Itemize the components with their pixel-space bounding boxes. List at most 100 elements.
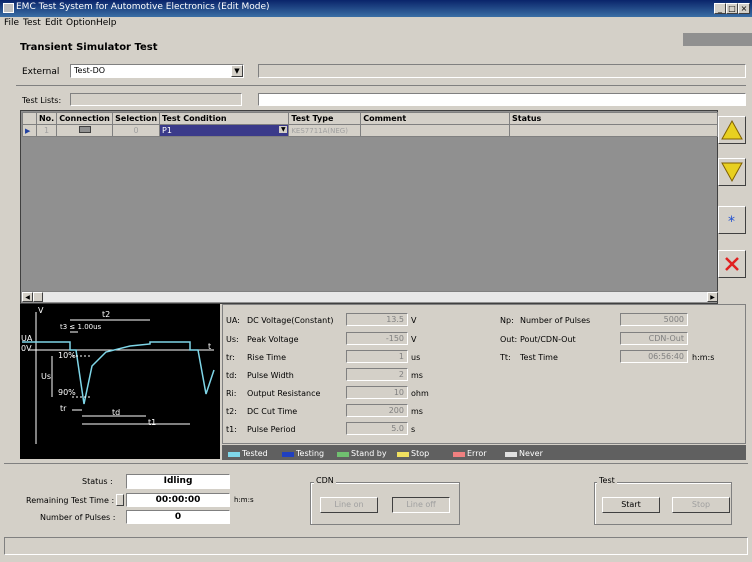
cell-status (509, 124, 718, 137)
param-value-out[interactable]: CDN-Out (620, 332, 688, 345)
line-off-button[interactable]: Line off (392, 497, 450, 513)
header-status[interactable]: Status (509, 112, 718, 125)
menu-edit[interactable]: Edit (45, 18, 62, 28)
param-value-t2[interactable]: 200 (346, 404, 408, 417)
legend-error-swatch (453, 452, 465, 457)
table-row[interactable]: ▶ 1 0 P1 ▼ KES7711A(NEG) (22, 124, 718, 137)
menu-option[interactable]: Option (66, 18, 96, 28)
remaining-time-value: 00:00:00 (126, 493, 230, 507)
test-grid (20, 110, 718, 304)
legend-error: Error (467, 449, 487, 458)
param-sym-t1: t1: (226, 425, 237, 434)
legend-standby-swatch (337, 452, 349, 457)
menu-test[interactable]: Test (23, 18, 41, 28)
horizontal-scrollbar[interactable]: ◀ ▶ (22, 291, 718, 302)
test-lists-field (70, 93, 242, 106)
triangle-up-icon (721, 119, 743, 140)
param-unit-td: ms (411, 371, 423, 380)
chevron-down-icon[interactable]: ▼ (279, 126, 288, 133)
test-table: No. Connection Selection Test Condition … (22, 112, 718, 137)
diagram-t2-label: t2 (102, 310, 111, 319)
param-value-np[interactable]: 5000 (620, 313, 688, 326)
param-unit-ua: V (411, 316, 417, 325)
scroll-right-icon[interactable]: ▶ (707, 292, 718, 302)
param-sym-ri: Ri: (226, 389, 237, 398)
minimize-button[interactable]: _ (714, 3, 726, 14)
remaining-time-label: Remaining Test Time : (26, 496, 115, 505)
diagram-90pct-label: 90% (58, 388, 76, 397)
header-no[interactable]: No. (35, 112, 58, 125)
param-name-np: Number of Pulses (520, 316, 591, 325)
scroll-left-icon[interactable]: ◀ (22, 292, 33, 302)
external-label: External (22, 67, 60, 77)
line-on-button[interactable]: Line on (320, 497, 378, 513)
param-unit-ri: ohm (411, 389, 429, 398)
header-comment[interactable]: Comment (360, 112, 511, 125)
cell-comment[interactable] (360, 124, 511, 137)
header-selection[interactable]: Selection (112, 112, 161, 125)
status-bar (4, 537, 748, 555)
param-value-ri[interactable]: 10 (346, 386, 408, 399)
legend-stop-swatch (397, 452, 409, 457)
legend-testing: Testing (296, 449, 325, 458)
param-name-us: Peak Voltage (247, 335, 299, 344)
maximize-button[interactable]: □ (726, 3, 738, 14)
start-button[interactable]: Start (602, 497, 660, 513)
legend-never: Never (519, 449, 543, 458)
header-connection[interactable]: Connection (56, 112, 114, 125)
delete-button[interactable] (718, 250, 746, 278)
param-value-td[interactable]: 2 (346, 368, 408, 381)
legend-standby: Stand by (351, 449, 387, 458)
param-sym-np: Np: (500, 316, 514, 325)
external-select[interactable]: Test-DO ▼ (70, 64, 244, 78)
scroll-thumb[interactable] (33, 292, 43, 302)
param-unit-tr: us (411, 353, 421, 362)
diagram-10pct-label: 10% (58, 351, 76, 360)
cell-no: 1 (35, 124, 58, 137)
param-name-t1: Pulse Period (247, 425, 296, 434)
add-button[interactable]: * (718, 206, 746, 234)
stop-button[interactable]: Stop (672, 497, 730, 513)
param-name-tt: Test Time (520, 353, 558, 362)
param-sym-out: Out: (500, 335, 518, 344)
menu-help[interactable]: Help (96, 18, 117, 28)
param-sym-tr: tr: (226, 353, 235, 362)
cell-selection[interactable]: 0 (112, 124, 161, 137)
test-lists-filter-input[interactable] (258, 93, 746, 106)
header-test-condition[interactable]: Test Condition (159, 112, 290, 125)
remaining-time-toggle[interactable] (116, 494, 124, 506)
diagram-t-label: t (208, 342, 212, 351)
close-button[interactable]: × (738, 3, 750, 14)
cell-test-type: KES7711A(NEG) (288, 124, 362, 137)
chevron-down-icon[interactable]: ▼ (231, 65, 243, 77)
menu-file[interactable]: File (4, 18, 19, 28)
pulses-value: 0 (126, 510, 230, 524)
remaining-time-unit: h:m:s (234, 496, 254, 504)
param-value-tr[interactable]: 1 (346, 350, 408, 363)
param-sym-tt: Tt: (500, 353, 511, 362)
move-down-button[interactable] (718, 158, 746, 186)
diagram-us-label: Us (41, 372, 52, 381)
param-value-t1[interactable]: 5.0 (346, 422, 408, 435)
param-sym-us: Us: (226, 335, 239, 344)
move-up-button[interactable] (718, 116, 746, 144)
cell-test-condition-value: P1 (162, 126, 172, 135)
status-value: Idling (126, 474, 230, 489)
param-unit-t2: ms (411, 407, 423, 416)
pulse-diagram: V t2 t3 ≤ 1.00us UA 0V t 10% Us 90% tr t… (20, 304, 220, 459)
cell-test-condition[interactable]: P1 ▼ (159, 124, 290, 137)
legend-tested: Tested (242, 449, 268, 458)
header-panel (683, 33, 752, 46)
param-unit-us: V (411, 335, 417, 344)
cell-connection[interactable] (56, 124, 114, 137)
param-sym-td: td: (226, 371, 237, 380)
param-value-ua[interactable]: 13.5 (346, 313, 408, 326)
diagram-td-label: td (112, 408, 121, 417)
cdn-title: CDN (314, 476, 336, 485)
param-unit-t1: s (411, 425, 416, 434)
diagram-ua-label: UA (21, 334, 33, 343)
legend-testing-swatch (282, 452, 294, 457)
header-test-type[interactable]: Test Type (288, 112, 362, 125)
param-value-us[interactable]: -150 (346, 332, 408, 345)
legend-tested-swatch (228, 452, 240, 457)
